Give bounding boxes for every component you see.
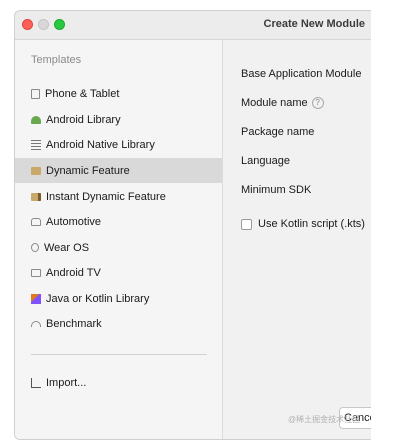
template-label: Phone & Tablet: [45, 87, 120, 100]
watermark: @稀土掘金技术社区: [288, 415, 361, 424]
language-label: Language: [241, 155, 290, 167]
kotlin-icon: [31, 293, 41, 304]
module-form: Base Application Module Module name? Pac…: [223, 40, 371, 439]
templates-sidebar: Templates Phone & Tablet Android Library…: [15, 40, 223, 439]
import-icon: [31, 377, 41, 388]
template-android-library[interactable]: Android Library: [15, 107, 222, 132]
template-label: Wear OS: [44, 241, 90, 254]
templates-heading: Templates: [31, 54, 82, 66]
kotlin-script-checkbox[interactable]: [241, 219, 252, 230]
template-label: Instant Dynamic Feature: [46, 190, 166, 203]
template-phone-tablet[interactable]: Phone & Tablet: [15, 81, 222, 106]
template-automotive[interactable]: Automotive: [15, 209, 222, 234]
template-label: Android TV: [46, 266, 101, 279]
window-title: Create New Module: [263, 18, 365, 30]
android-icon: [31, 115, 41, 124]
import-label: Import...: [46, 376, 87, 389]
template-dynamic-feature[interactable]: Dynamic Feature: [15, 158, 222, 183]
instant-feature-icon: [31, 192, 41, 201]
template-label: Android Native Library: [46, 138, 155, 151]
template-benchmark[interactable]: Benchmark: [15, 311, 222, 336]
sidebar-divider: [31, 354, 207, 355]
minimum-sdk-label: Minimum SDK: [241, 184, 312, 196]
template-label: Dynamic Feature: [46, 164, 130, 177]
package-name-label: Package name: [241, 126, 315, 138]
template-label: Automotive: [46, 215, 102, 228]
car-icon: [31, 217, 41, 226]
watch-icon: [31, 243, 39, 252]
minimize-window-button[interactable]: [38, 19, 49, 30]
template-label: Java or Kotlin Library: [46, 292, 150, 305]
module-name-label: Module name: [241, 97, 308, 109]
template-android-native-library[interactable]: Android Native Library: [15, 132, 222, 157]
tv-icon: [31, 268, 41, 277]
template-android-tv[interactable]: Android TV: [15, 260, 222, 285]
maximize-window-button[interactable]: [54, 19, 65, 30]
dynamic-feature-icon: [31, 166, 41, 175]
import-module-item[interactable]: Import...: [15, 370, 222, 395]
template-label: Android Library: [46, 113, 121, 126]
template-label: Benchmark: [46, 317, 102, 330]
create-module-dialog: Create New Module Templates Phone & Tabl…: [14, 10, 371, 440]
template-instant-dynamic-feature[interactable]: Instant Dynamic Feature: [15, 184, 222, 209]
native-library-icon: [31, 139, 41, 150]
module-name-row: Module name?: [241, 97, 324, 110]
close-window-button[interactable]: [22, 19, 33, 30]
phone-tablet-icon: [31, 88, 40, 99]
kotlin-script-label[interactable]: Use Kotlin script (.kts): [258, 218, 365, 230]
template-wear-os[interactable]: Wear OS: [15, 235, 222, 260]
benchmark-icon: [31, 320, 41, 327]
title-bar: Create New Module: [15, 11, 371, 40]
help-icon[interactable]: ?: [311, 97, 324, 110]
base-application-module-label: Base Application Module: [241, 68, 362, 80]
template-java-kotlin-library[interactable]: Java or Kotlin Library: [15, 286, 222, 311]
